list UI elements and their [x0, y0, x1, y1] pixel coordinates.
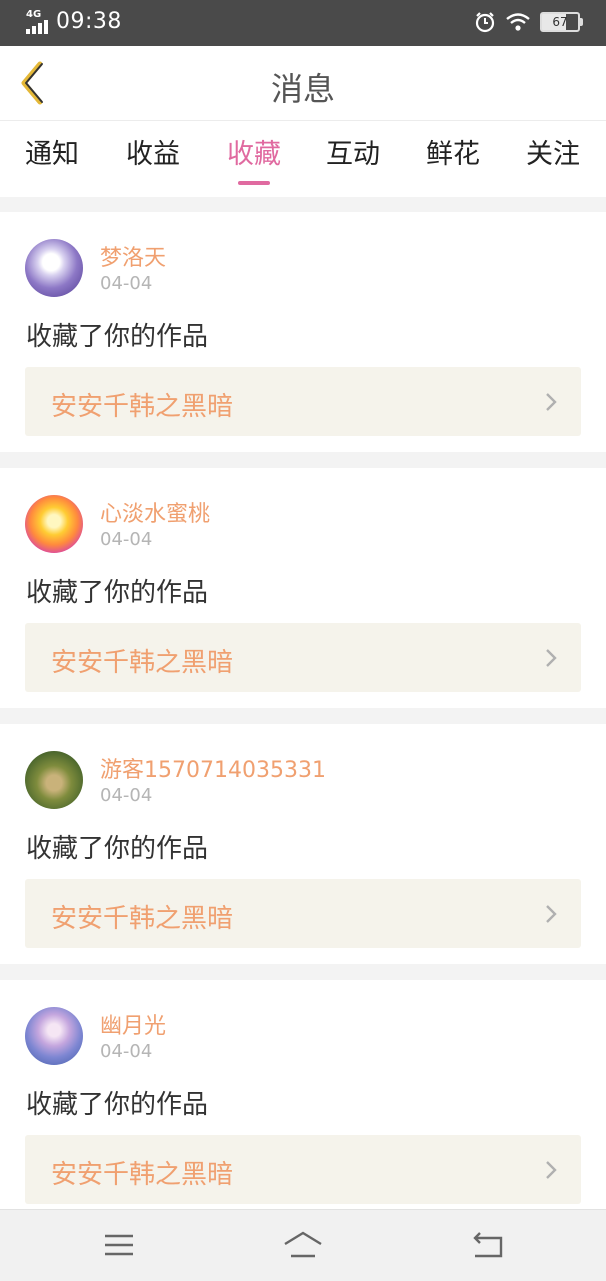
system-nav-bar [0, 1209, 606, 1281]
user-name[interactable]: 梦洛天 [100, 240, 166, 272]
work-link[interactable]: 安安千韩之黑暗 [25, 1135, 581, 1204]
tab-favorites[interactable]: 收藏 [212, 132, 296, 185]
tab-bar: 通知 收益 收藏 互动 鲜花 关注 [0, 121, 606, 197]
alarm-icon [475, 12, 495, 33]
action-text: 收藏了你的作品 [26, 1090, 209, 1120]
work-title: 安安千韩之黑暗 [51, 648, 234, 678]
home-button[interactable] [283, 1230, 323, 1262]
status-bar: 4G 09:38 67 [0, 0, 606, 46]
back-icon [473, 1232, 503, 1258]
message-card: 幽月光 04-04 收藏了你的作品 安安千韩之黑暗 [0, 980, 606, 1220]
message-card: 心淡水蜜桃 04-04 收藏了你的作品 安安千韩之黑暗 [0, 468, 606, 708]
signal-icon: 4G [26, 8, 52, 34]
message-card: 游客1570714035331 04-04 收藏了你的作品 安安千韩之黑暗 [0, 724, 606, 964]
battery-level: 67 [552, 15, 568, 29]
chevron-right-icon [546, 905, 557, 923]
tab-label: 收藏 [227, 139, 281, 170]
tab-interaction[interactable]: 互动 [311, 132, 395, 171]
message-date: 04-04 [100, 1041, 153, 1062]
action-text: 收藏了你的作品 [26, 578, 209, 608]
tab-label: 鲜花 [426, 139, 480, 170]
tab-earnings[interactable]: 收益 [111, 132, 195, 171]
message-date: 04-04 [100, 273, 153, 294]
status-time: 09:38 [56, 9, 122, 34]
page-title: 消息 [270, 70, 335, 108]
menu-icon [105, 1234, 133, 1256]
tab-notify[interactable]: 通知 [10, 132, 94, 171]
status-right: 67 [474, 11, 583, 33]
tab-label: 互动 [326, 139, 380, 170]
avatar[interactable] [25, 1007, 83, 1065]
home-icon [284, 1231, 322, 1258]
action-text: 收藏了你的作品 [26, 834, 209, 864]
work-title: 安安千韩之黑暗 [51, 1160, 234, 1190]
message-card: 梦洛天 04-04 收藏了你的作品 安安千韩之黑暗 [0, 212, 606, 452]
work-title: 安安千韩之黑暗 [51, 904, 234, 934]
user-name[interactable]: 心淡水蜜桃 [100, 496, 210, 528]
action-text: 收藏了你的作品 [26, 322, 209, 352]
work-title: 安安千韩之黑暗 [51, 392, 234, 422]
chevron-right-icon [546, 649, 557, 667]
app-header: 消息 [0, 46, 606, 121]
status-left: 4G 09:38 [26, 9, 122, 34]
user-name[interactable]: 游客1570714035331 [100, 752, 326, 784]
user-name[interactable]: 幽月光 [100, 1008, 166, 1040]
battery-icon: 67 [540, 12, 583, 32]
tab-follow[interactable]: 关注 [511, 132, 595, 171]
work-link[interactable]: 安安千韩之黑暗 [25, 623, 581, 692]
chevron-right-icon [546, 393, 557, 411]
tab-label: 通知 [25, 139, 79, 170]
message-date: 04-04 [100, 785, 153, 806]
chevron-right-icon [546, 1161, 557, 1179]
message-date: 04-04 [100, 529, 153, 550]
tab-label: 关注 [526, 139, 580, 170]
avatar[interactable] [25, 239, 83, 297]
work-link[interactable]: 安安千韩之黑暗 [25, 879, 581, 948]
avatar[interactable] [25, 751, 83, 809]
work-link[interactable]: 安安千韩之黑暗 [25, 367, 581, 436]
wifi-icon [506, 13, 530, 31]
tab-label: 收益 [126, 139, 180, 170]
avatar[interactable] [25, 495, 83, 553]
back-nav-button[interactable] [467, 1230, 507, 1262]
menu-button[interactable] [99, 1230, 139, 1262]
tab-flowers[interactable]: 鲜花 [411, 132, 495, 171]
tab-underline [238, 181, 270, 185]
network-type: 4G [26, 8, 42, 20]
